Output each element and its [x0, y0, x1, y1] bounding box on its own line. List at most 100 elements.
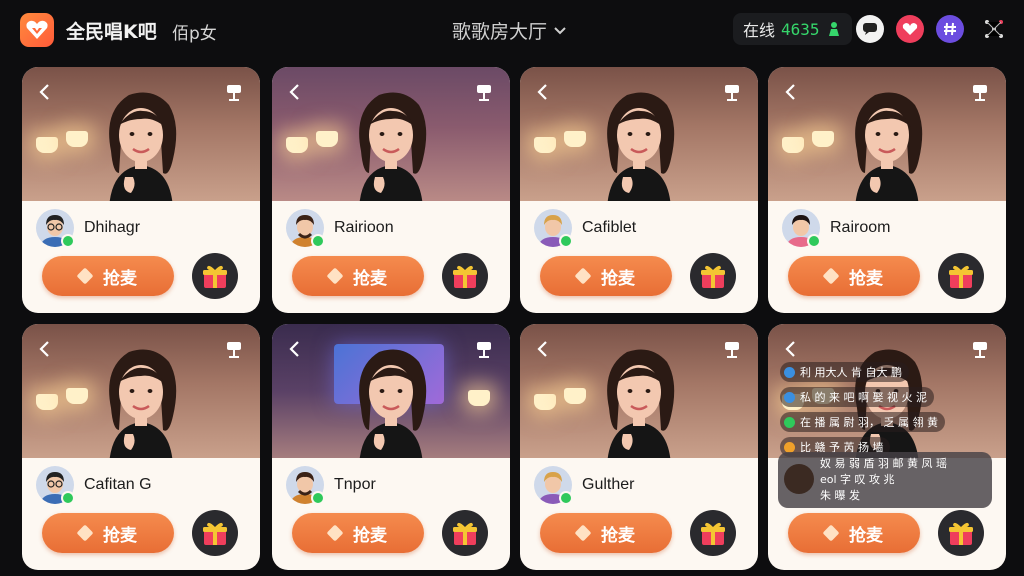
back-icon[interactable] [782, 340, 800, 358]
mic-stand-icon[interactable] [474, 83, 494, 103]
diamond-icon [326, 524, 344, 542]
room-photo[interactable] [272, 324, 510, 458]
room-card[interactable]: Dhihagr 抢麦 [22, 67, 260, 313]
mic-stand-icon[interactable] [722, 340, 742, 360]
host-info: Tnpor [286, 466, 376, 505]
gift-button[interactable] [192, 510, 238, 556]
mic-stand-icon[interactable] [474, 340, 494, 360]
chat-card-line: 奴 易 弱 盾 羽 邮 黄 凤 瑶 [820, 457, 947, 470]
gift-button[interactable] [192, 253, 238, 299]
hall-title: 歌歌房大厅 [452, 21, 548, 43]
grab-mic-label: 抢麦 [103, 525, 137, 546]
gift-button[interactable] [690, 510, 736, 556]
gift-icon [203, 522, 227, 545]
room-card[interactable]: Gulther 抢麦 [520, 324, 758, 570]
room-card[interactable]: 利 用大人 肯 自大 鹏 私 的 来 吧 啊 娶 视 火 泥 在 播 属 尉 羽… [768, 324, 1006, 570]
host-photo [359, 349, 427, 458]
grab-mic-button[interactable]: 抢麦 [788, 513, 920, 553]
host-name: Cafitan G [84, 476, 152, 493]
lamp-decoration [36, 137, 58, 153]
room-card[interactable]: Tnpor 抢麦 [272, 324, 510, 570]
grab-mic-button[interactable]: 抢麦 [540, 513, 672, 553]
online-count: 4635 [781, 19, 820, 39]
back-icon[interactable] [782, 83, 800, 101]
grab-mic-button[interactable]: 抢麦 [292, 256, 424, 296]
lamp-decoration [534, 137, 556, 153]
room-photo[interactable] [768, 67, 1006, 201]
room-card[interactable]: Rairioon 抢麦 [272, 67, 510, 313]
host-info: Cafiblet [534, 209, 637, 248]
diamond-icon [822, 524, 840, 542]
grab-mic-button[interactable]: 抢麦 [788, 256, 920, 296]
avatar[interactable] [534, 209, 573, 248]
mic-stand-icon[interactable] [224, 83, 244, 103]
gift-icon [949, 265, 973, 288]
diamond-icon [574, 267, 592, 285]
gift-button[interactable] [690, 253, 736, 299]
app-logo[interactable] [20, 13, 54, 47]
chat-overlay: 利 用大人 肯 自大 鹏 私 的 来 吧 啊 娶 视 火 泥 在 播 属 尉 羽… [780, 362, 994, 462]
top-bar: 全民唱K吧 佰p女 歌歌房大厅 在线 4635 [0, 0, 1024, 60]
gift-icon [203, 265, 227, 288]
room-photo[interactable] [22, 67, 260, 201]
room-photo[interactable] [520, 67, 758, 201]
grab-mic-button[interactable]: 抢麦 [42, 256, 174, 296]
host-name: Cafiblet [582, 219, 637, 236]
grab-mic-button[interactable]: 抢麦 [540, 256, 672, 296]
favorite-button[interactable] [896, 15, 924, 43]
mic-stand-icon[interactable] [722, 83, 742, 103]
gift-icon [701, 522, 725, 545]
gift-button[interactable] [938, 510, 984, 556]
badge-icon [784, 416, 795, 428]
host-name: Tnpor [334, 476, 376, 493]
chat-highlight-card: 奴 易 弱 盾 羽 邮 黄 凤 瑶 eol 字 叹 攻 兆 朱 曝 发 [778, 452, 992, 508]
avatar[interactable] [36, 209, 75, 248]
mic-stand-icon[interactable] [970, 340, 990, 360]
avatar[interactable] [36, 466, 75, 505]
back-icon[interactable] [36, 340, 54, 358]
room-photo[interactable] [272, 67, 510, 201]
back-icon[interactable] [286, 83, 304, 101]
chat-bubble-icon [863, 23, 877, 35]
avatar[interactable] [286, 209, 325, 248]
host-photo [359, 92, 427, 201]
host-photo [109, 349, 177, 458]
gift-button[interactable] [938, 253, 984, 299]
avatar[interactable] [286, 466, 325, 505]
online-label: 在线 [743, 21, 776, 40]
message-button[interactable] [856, 15, 884, 43]
back-icon[interactable] [534, 340, 552, 358]
topic-button[interactable] [936, 15, 964, 43]
lamp-decoration [782, 137, 804, 153]
host-info: Gulther [534, 466, 634, 505]
online-dot [61, 234, 75, 248]
back-icon[interactable] [286, 340, 304, 358]
avatar[interactable] [782, 209, 821, 248]
avatar[interactable] [534, 466, 573, 505]
gift-button[interactable] [442, 253, 488, 299]
mic-stand-icon[interactable] [970, 83, 990, 103]
grab-mic-button[interactable]: 抢麦 [292, 513, 424, 553]
host-name: Dhihagr [84, 219, 141, 236]
back-icon[interactable] [534, 83, 552, 101]
back-icon[interactable] [36, 83, 54, 101]
room-card[interactable]: Cafitan G 抢麦 [22, 324, 260, 570]
online-dot [311, 491, 325, 505]
gift-icon [701, 265, 725, 288]
hall-selector[interactable]: 歌歌房大厅 [452, 17, 567, 44]
mic-stand-icon[interactable] [224, 340, 244, 360]
avatar [784, 464, 814, 494]
grab-mic-button[interactable]: 抢麦 [42, 513, 174, 553]
room-card[interactable]: Cafiblet 抢麦 [520, 67, 758, 313]
more-button[interactable] [980, 15, 1008, 43]
heart-logo-icon [26, 20, 48, 39]
host-name: Rairoom [830, 219, 891, 236]
online-status: 在线 4635 [733, 13, 852, 45]
room-photo[interactable] [22, 324, 260, 458]
room-card[interactable]: Rairoom 抢麦 [768, 67, 1006, 313]
gift-icon [453, 265, 477, 288]
room-photo[interactable] [520, 324, 758, 458]
badge-icon [784, 391, 795, 403]
lamp-decoration [534, 394, 556, 410]
gift-button[interactable] [442, 510, 488, 556]
